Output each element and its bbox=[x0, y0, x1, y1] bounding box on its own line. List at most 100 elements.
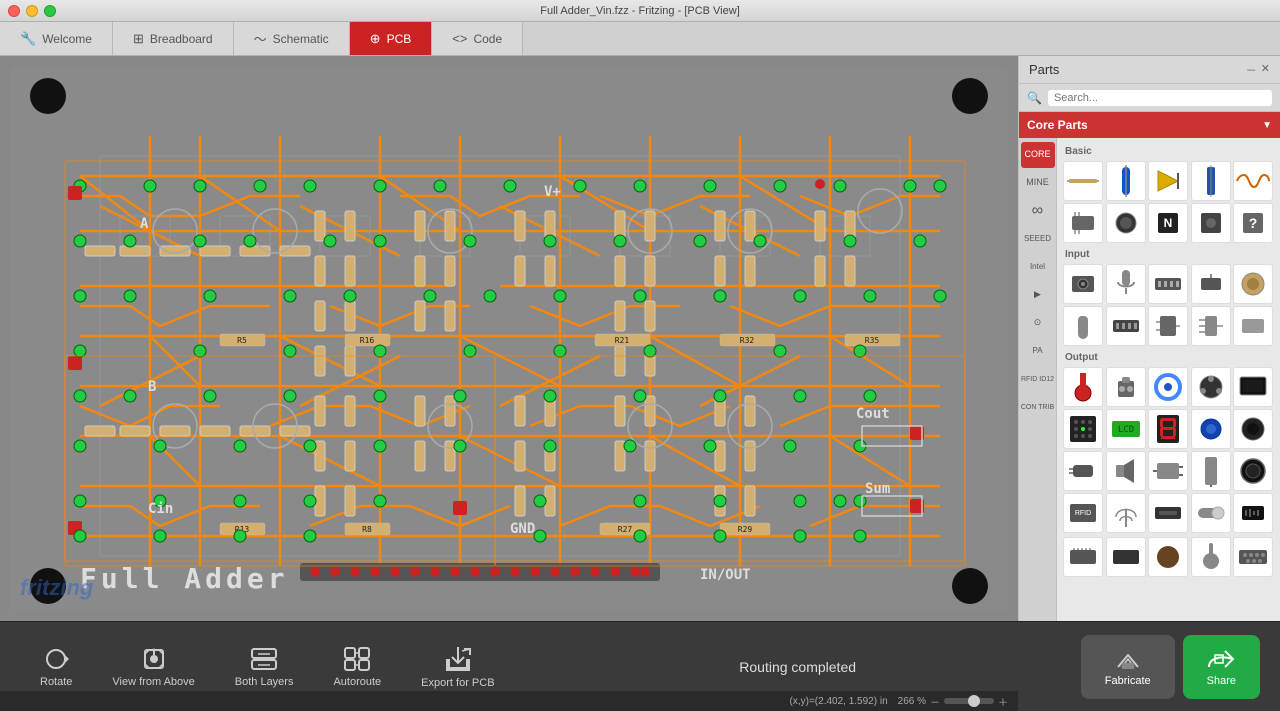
part-capacitor-ceramic[interactable] bbox=[1191, 161, 1231, 201]
zoom-slider[interactable] bbox=[944, 698, 994, 704]
zoom-decrease-icon[interactable]: － bbox=[930, 694, 940, 709]
part-speaker[interactable] bbox=[1106, 451, 1146, 491]
svg-text:Full Adder: Full Adder bbox=[80, 562, 289, 595]
window-controls[interactable] bbox=[8, 5, 56, 17]
part-pot[interactable] bbox=[1191, 264, 1231, 304]
parts-controls[interactable]: － ✕ bbox=[1246, 62, 1270, 78]
parts-minimize-button[interactable]: － bbox=[1246, 62, 1257, 78]
part-breakout[interactable] bbox=[1063, 537, 1103, 577]
nav-item-play[interactable]: ▶ bbox=[1021, 282, 1055, 308]
parts-category-title: Core Parts bbox=[1027, 118, 1088, 132]
section-output-label: Output bbox=[1061, 348, 1276, 365]
part-db9[interactable] bbox=[1233, 537, 1273, 577]
fabricate-button[interactable]: Fabricate bbox=[1081, 635, 1175, 699]
svg-text:Cin: Cin bbox=[148, 501, 173, 517]
window-title: Full Adder_Vin.fzz - Fritzing - [PCB Vie… bbox=[540, 5, 740, 17]
part-transistor[interactable] bbox=[1148, 306, 1188, 346]
part-servo[interactable] bbox=[1191, 409, 1231, 449]
search-icon: 🔍 bbox=[1027, 91, 1042, 105]
part-rfid[interactable]: RFID bbox=[1063, 493, 1103, 533]
nav-item-conn[interactable]: ⊙ bbox=[1021, 310, 1055, 336]
parts-category-header[interactable]: Core Parts ▼ bbox=[1019, 112, 1280, 138]
nav-item-rfid[interactable]: RFID ID12 bbox=[1021, 366, 1055, 392]
parts-close-button[interactable]: ✕ bbox=[1261, 62, 1270, 78]
nav-item-mine[interactable]: MINE bbox=[1021, 170, 1055, 196]
nav-item-core[interactable]: CORE bbox=[1021, 142, 1055, 168]
minimize-button[interactable] bbox=[26, 5, 38, 17]
part-breakout2[interactable] bbox=[1106, 537, 1146, 577]
view-from-above-button[interactable]: View from Above bbox=[92, 638, 214, 696]
tab-pcb-label: PCB bbox=[387, 32, 412, 46]
section-input-label: Input bbox=[1061, 245, 1276, 262]
part-dotmatrix[interactable] bbox=[1063, 409, 1103, 449]
part-microphone[interactable] bbox=[1106, 264, 1146, 304]
part-pushbutton[interactable] bbox=[1106, 203, 1146, 243]
maximize-button[interactable] bbox=[44, 5, 56, 17]
part-connector-3[interactable] bbox=[1191, 451, 1231, 491]
svg-text:Cout: Cout bbox=[856, 406, 890, 422]
tab-breadboard[interactable]: ⊞ Breadboard bbox=[113, 22, 234, 55]
part-resistor[interactable] bbox=[1063, 161, 1103, 201]
part-piezo[interactable] bbox=[1233, 409, 1273, 449]
part-switch[interactable] bbox=[1191, 493, 1231, 533]
part-lcd-display[interactable]: LCD bbox=[1106, 409, 1146, 449]
part-led[interactable] bbox=[1148, 161, 1188, 201]
both-layers-button[interactable]: Both Layers bbox=[215, 638, 314, 696]
part-unknown[interactable] bbox=[1233, 493, 1273, 533]
autoroute-icon bbox=[343, 646, 371, 672]
nav-item-pa[interactable]: PA bbox=[1021, 338, 1055, 364]
part-motor[interactable] bbox=[1063, 451, 1103, 491]
part-round[interactable] bbox=[1148, 537, 1188, 577]
part-segment-display[interactable] bbox=[1148, 409, 1188, 449]
search-input[interactable] bbox=[1048, 90, 1272, 106]
part-connector[interactable] bbox=[1148, 264, 1188, 304]
part-inductor[interactable] bbox=[1233, 161, 1273, 201]
welcome-icon: 🔧 bbox=[20, 31, 36, 47]
part-compass[interactable] bbox=[1233, 264, 1273, 304]
tab-code-label: Code bbox=[473, 32, 502, 46]
part-mystery-part[interactable]: N bbox=[1148, 203, 1188, 243]
tab-code[interactable]: <> Code bbox=[432, 22, 523, 55]
part-buzzer[interactable] bbox=[1233, 451, 1273, 491]
part-mosfet[interactable] bbox=[1191, 306, 1231, 346]
close-button[interactable] bbox=[8, 5, 20, 17]
nav-item-fritzing[interactable]: ∞ bbox=[1021, 198, 1055, 224]
export-pcb-button[interactable]: Export for PCB bbox=[401, 637, 514, 697]
part-robot[interactable] bbox=[1106, 367, 1146, 407]
status-zoom: 266 % － ＋ bbox=[898, 694, 1008, 709]
tab-schematic[interactable]: ～ Schematic bbox=[234, 22, 350, 55]
tab-pcb[interactable]: ⊕ PCB bbox=[350, 22, 433, 55]
part-sensor[interactable] bbox=[1063, 264, 1103, 304]
pcb-canvas[interactable]: R5 R16 R21 R32 R35 R13 R8 R27 R29 bbox=[0, 56, 1018, 621]
zoom-increase-icon[interactable]: ＋ bbox=[998, 694, 1008, 709]
part-led-red[interactable] bbox=[1063, 367, 1103, 407]
svg-text:R35: R35 bbox=[865, 336, 880, 345]
export-pcb-label: Export for PCB bbox=[421, 677, 494, 689]
tab-schematic-label: Schematic bbox=[273, 32, 329, 46]
tab-welcome[interactable]: 🔧 Welcome bbox=[0, 22, 113, 55]
autoroute-button[interactable]: Autoroute bbox=[313, 638, 401, 696]
part-generic-ic[interactable] bbox=[1063, 203, 1103, 243]
part-led-ring[interactable] bbox=[1148, 367, 1188, 407]
part-connector-2[interactable] bbox=[1106, 306, 1146, 346]
parts-panel: Parts － ✕ 🔍 Core Parts ▼ CORE MINE ∞ SEE… bbox=[1018, 56, 1280, 621]
part-chip-gray[interactable] bbox=[1233, 306, 1273, 346]
nav-item-seeed[interactable]: SEEED bbox=[1021, 226, 1055, 252]
main-layout: R5 R16 R21 R32 R35 R13 R8 R27 R29 bbox=[0, 56, 1280, 621]
part-encoder[interactable] bbox=[1191, 367, 1231, 407]
tab-bar: 🔧 Welcome ⊞ Breadboard ～ Schematic ⊕ PCB… bbox=[0, 22, 1280, 56]
nav-item-intel[interactable]: Intel bbox=[1021, 254, 1055, 280]
part-connector-4[interactable] bbox=[1148, 493, 1188, 533]
share-button[interactable]: Share bbox=[1183, 635, 1260, 699]
part-pin[interactable] bbox=[1191, 537, 1231, 577]
part-component-dark[interactable] bbox=[1191, 203, 1231, 243]
part-capacitor-polarized[interactable] bbox=[1106, 161, 1146, 201]
part-antenna[interactable] bbox=[1106, 493, 1146, 533]
part-question[interactable]: ? bbox=[1233, 203, 1273, 243]
svg-text:R27: R27 bbox=[618, 525, 633, 534]
nav-item-contrib[interactable]: CON TRIB bbox=[1021, 394, 1055, 420]
part-temp-sensor[interactable] bbox=[1063, 306, 1103, 346]
part-display[interactable] bbox=[1233, 367, 1273, 407]
part-relay[interactable] bbox=[1148, 451, 1188, 491]
rotate-button[interactable]: Rotate bbox=[20, 638, 92, 696]
